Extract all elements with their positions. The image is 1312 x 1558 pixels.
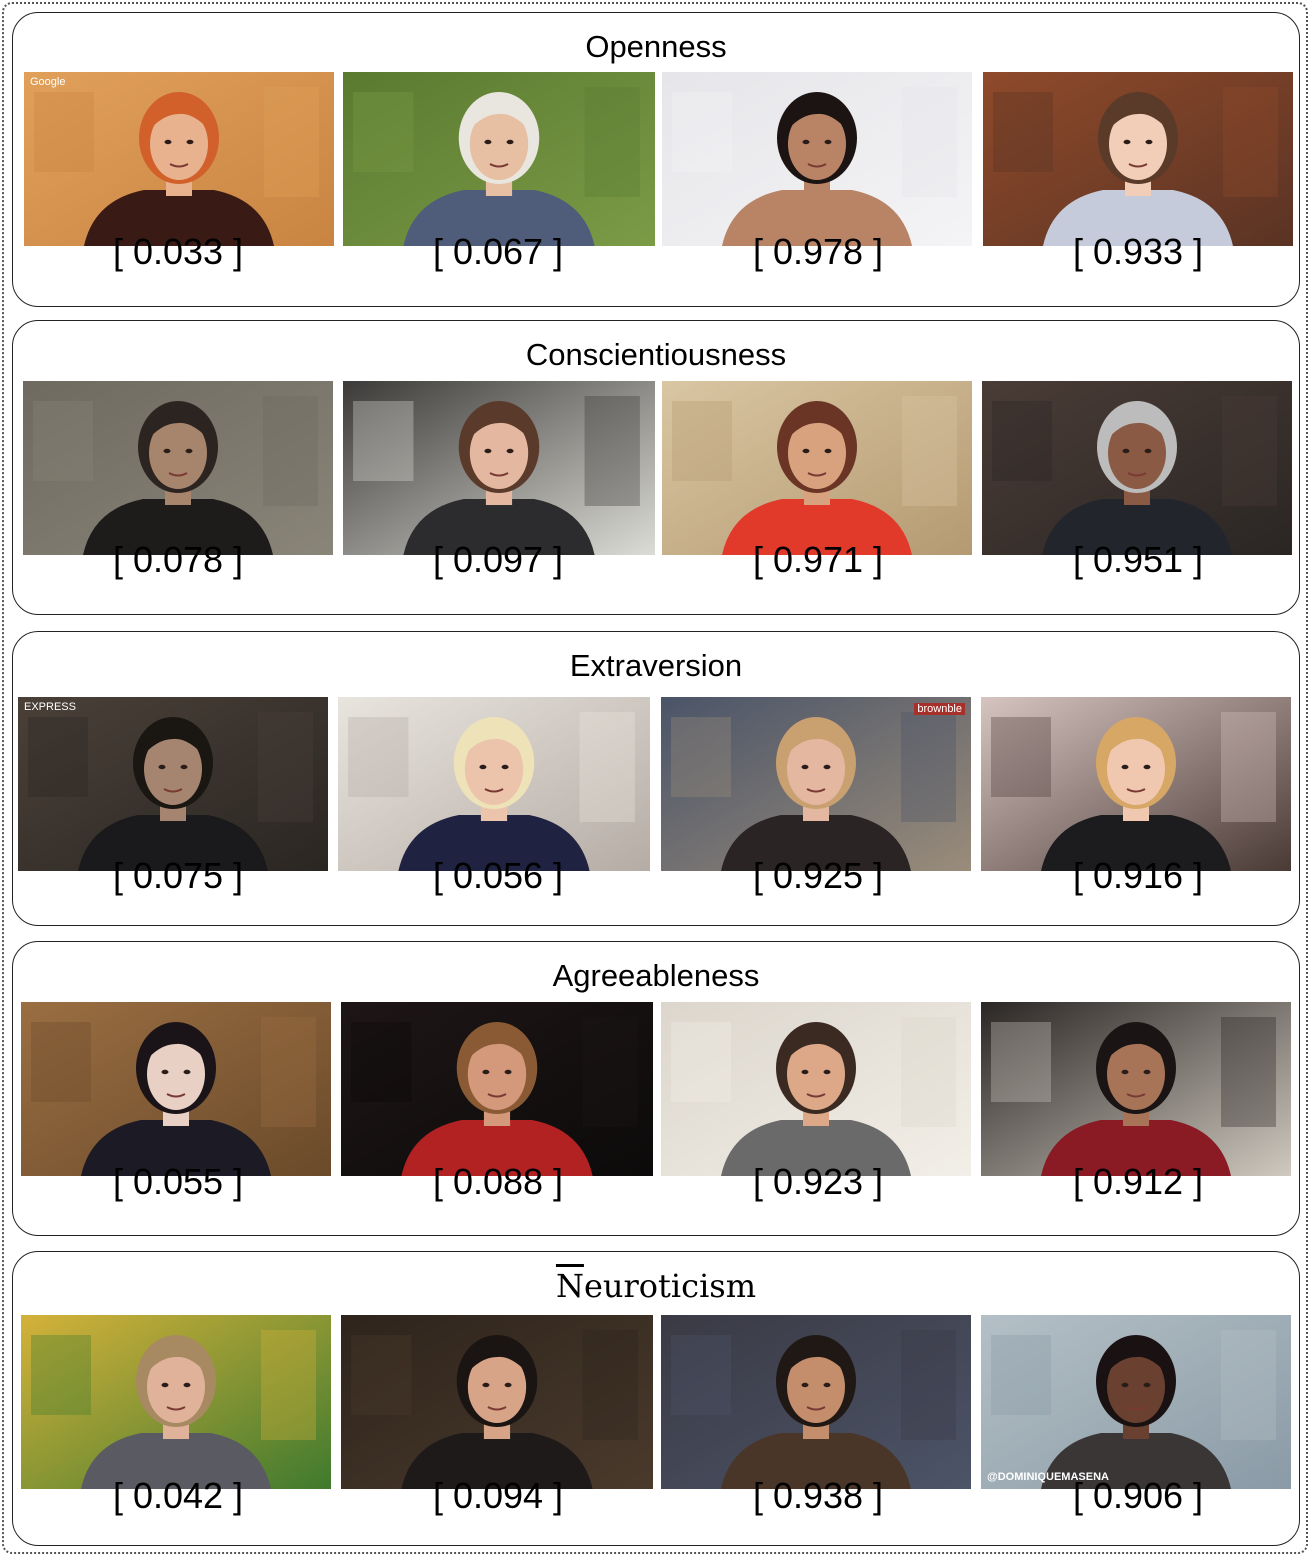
person-frame-illustration <box>343 72 655 246</box>
person-frame-illustration <box>24 72 334 246</box>
person-frame-illustration <box>982 381 1292 555</box>
person-frame-illustration <box>981 697 1291 871</box>
video-frame-thumbnail <box>981 1002 1291 1176</box>
video-frame-thumbnail <box>983 72 1293 246</box>
trait-score-label: [ 0.097 ] <box>432 539 564 580</box>
person-frame-illustration <box>18 697 328 871</box>
person-frame-illustration <box>21 1002 331 1176</box>
panel-title: Agreeableness <box>552 958 760 993</box>
person-frame-illustration <box>661 697 971 871</box>
video-frame-thumbnail <box>341 1002 653 1176</box>
trait-score-label: [ 0.042 ] <box>112 1475 244 1516</box>
trait-score-label: [ 0.033 ] <box>112 231 244 272</box>
trait-score-label: [ 0.938 ] <box>752 1475 884 1516</box>
trait-score-label: [ 0.067 ] <box>432 231 564 272</box>
person-frame-illustration <box>661 1315 971 1489</box>
person-frame-illustration <box>661 1002 971 1176</box>
video-frame-thumbnail: EXPRESS <box>18 697 328 871</box>
person-frame-illustration <box>341 1315 653 1489</box>
video-watermark: brownble <box>914 703 965 715</box>
trait-score-label: [ 0.055 ] <box>112 1161 244 1202</box>
video-frame-thumbnail <box>661 1315 971 1489</box>
video-frame-thumbnail <box>343 72 655 246</box>
trait-score-label: [ 0.916 ] <box>1072 855 1204 896</box>
video-frame-thumbnail <box>982 381 1292 555</box>
trait-score-label: [ 0.056 ] <box>432 855 564 896</box>
person-frame-illustration <box>983 72 1293 246</box>
video-frame-thumbnail <box>662 381 972 555</box>
video-frame-thumbnail <box>338 697 650 871</box>
trait-score-label: [ 0.075 ] <box>112 855 244 896</box>
person-frame-illustration <box>981 1002 1291 1176</box>
trait-score-label: [ 0.078 ] <box>112 539 244 580</box>
video-frame-thumbnail: @DOMINIQUEMASENA <box>981 1315 1291 1489</box>
person-frame-illustration <box>338 697 650 871</box>
panel-title: Openness <box>585 29 727 64</box>
video-frame-thumbnail <box>21 1002 331 1176</box>
video-frame-thumbnail <box>662 72 972 246</box>
trait-score-label: [ 0.971 ] <box>752 539 884 580</box>
panel-title: Extraversion <box>569 648 743 683</box>
panel-title: Conscientiousness <box>525 337 787 372</box>
trait-score-label: [ 0.933 ] <box>1072 231 1204 272</box>
video-frame-thumbnail <box>661 1002 971 1176</box>
trait-score-label: [ 0.912 ] <box>1072 1161 1204 1202</box>
video-frame-thumbnail <box>981 697 1291 871</box>
panel-title: Neuroticism <box>555 1267 757 1305</box>
trait-score-label: [ 0.094 ] <box>432 1475 564 1516</box>
person-frame-illustration <box>341 1002 653 1176</box>
video-frame-thumbnail <box>23 381 333 555</box>
video-frame-thumbnail <box>341 1315 653 1489</box>
person-frame-illustration <box>343 381 655 555</box>
trait-score-label: [ 0.925 ] <box>752 855 884 896</box>
trait-score-label: [ 0.978 ] <box>752 231 884 272</box>
video-watermark: Google <box>30 76 66 88</box>
trait-score-label: [ 0.923 ] <box>752 1161 884 1202</box>
video-frame-thumbnail: brownble <box>661 697 971 871</box>
trait-score-label: [ 0.951 ] <box>1072 539 1204 580</box>
trait-score-label: [ 0.088 ] <box>432 1161 564 1202</box>
video-frame-thumbnail <box>21 1315 331 1489</box>
person-frame-illustration <box>21 1315 331 1489</box>
person-frame-illustration <box>662 381 972 555</box>
video-watermark: EXPRESS <box>24 701 76 713</box>
person-frame-illustration <box>662 72 972 246</box>
person-frame-illustration <box>23 381 333 555</box>
video-frame-thumbnail: Google <box>24 72 334 246</box>
trait-score-label: [ 0.906 ] <box>1072 1475 1204 1516</box>
video-frame-thumbnail <box>343 381 655 555</box>
person-frame-illustration <box>981 1315 1291 1489</box>
